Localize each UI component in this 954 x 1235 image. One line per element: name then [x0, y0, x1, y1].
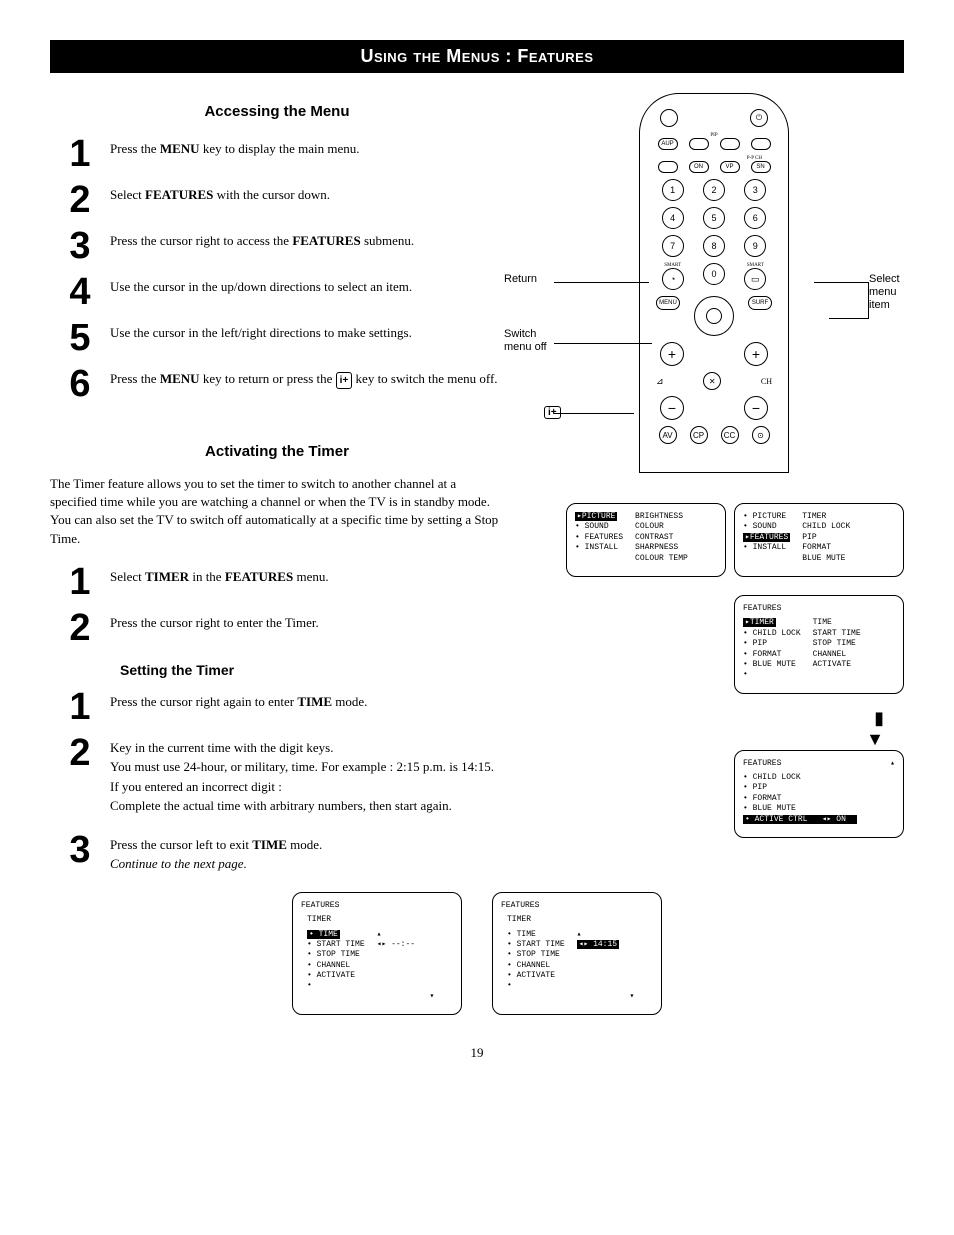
osd-left-col: • TIME • START TIME • STOP TIME • CHANNE…: [507, 930, 565, 1003]
step-num: 2: [50, 609, 110, 647]
osd-left-col: ▸TIMER • CHILD LOCK • PIP • FORMAT • BLU…: [743, 618, 801, 680]
osd-time-set: FEATURES TIMER • TIME • START TIME • STO…: [492, 892, 662, 1016]
cursor-pad: [694, 296, 734, 336]
av-btn: AV: [659, 426, 677, 444]
digit-5: 5: [703, 207, 725, 229]
osd-right-col: TIME START TIME STOP TIME CHANNEL ACTIVA…: [813, 618, 861, 680]
remote-btn: AUP: [658, 138, 678, 150]
info-key-icon: i+: [544, 403, 561, 421]
digit-8: 8: [703, 235, 725, 257]
label-switch: Switch menu off: [504, 328, 554, 354]
step-text: Press the cursor right to enter the Time…: [110, 609, 504, 633]
osd-right-col: BRIGHTNESS COLOUR CONTRAST SHARPNESS COL…: [635, 512, 688, 564]
digit-3: 3: [744, 179, 766, 201]
vol-down-icon: −: [660, 396, 684, 420]
remote-btn: [751, 138, 771, 150]
label-select: Select menu item: [869, 273, 914, 313]
remote-btn: SN: [751, 161, 771, 173]
ch-down-icon: −: [744, 396, 768, 420]
step-num: 6: [50, 365, 110, 403]
vol-icon: ⊿: [656, 376, 664, 387]
label-return: Return: [504, 273, 537, 286]
remote-btn: ON: [689, 161, 709, 173]
ch-up-icon: +: [744, 342, 768, 366]
step-num: 3: [50, 227, 110, 265]
osd-timer-submenu: FEATURES ▸TIMER • CHILD LOCK • PIP • FOR…: [734, 595, 904, 694]
osd-value: ▴ ◂▸ --:-- ▾: [377, 930, 435, 1003]
step-num: 5: [50, 319, 110, 357]
digit-6: 6: [744, 207, 766, 229]
cc-btn: CC: [721, 426, 739, 444]
step-num: 1: [50, 135, 110, 173]
step-text: Use the cursor in the left/right directi…: [110, 319, 504, 343]
cp-btn: CP: [690, 426, 708, 444]
smart-label: SMART: [662, 263, 684, 268]
osd-active-ctrl: FEATURES▴ • CHILD LOCK • PIP • FORMAT • …: [734, 750, 904, 838]
step-text: Press the cursor right again to enter TI…: [110, 688, 504, 712]
mute-icon: ✕: [703, 372, 721, 390]
digit-2: 2: [703, 179, 725, 201]
digit-0: 0: [703, 263, 725, 285]
step-num: 3: [50, 831, 110, 869]
osd-subtitle: TIMER: [507, 915, 653, 925]
surf-btn: SURF: [748, 296, 772, 310]
remote-btn: ▭: [744, 268, 766, 290]
osd-left-col: • PICTURE • SOUND ▸FEATURES • INSTALL: [743, 512, 790, 564]
osd-left-col: • TIME • START TIME • STOP TIME • CHANNE…: [307, 930, 365, 1003]
steps-accessing: 1Press the MENU key to display the main …: [50, 135, 504, 403]
remote-illustration: Return Switch menu off Select menu item …: [524, 93, 904, 473]
page-banner: Using the Menus : Features: [50, 40, 904, 73]
remote-btn: [689, 138, 709, 150]
step-num: 2: [50, 734, 110, 772]
digit-7: 7: [662, 235, 684, 257]
remote-btn: [660, 109, 678, 127]
step-text: Use the cursor in the up/down directions…: [110, 273, 504, 297]
step-num: 4: [50, 273, 110, 311]
heading-setting: Setting the Timer: [120, 662, 504, 678]
osd-time-blank: FEATURES TIMER • TIME • START TIME • STO…: [292, 892, 462, 1016]
osd-subtitle: TIMER: [307, 915, 453, 925]
smart-label: SMART: [744, 263, 766, 268]
vol-up-icon: +: [660, 342, 684, 366]
remote-btn: [658, 161, 678, 173]
heading-activating: Activating the Timer: [50, 443, 504, 460]
osd-right-col: TIMER CHILD LOCK PIP FORMAT BLUE MUTE: [802, 512, 850, 564]
osd-title: FEATURES: [743, 604, 895, 614]
step-text: Select TIMER in the FEATURES menu.: [110, 563, 504, 587]
remote-btn: ⊙: [752, 426, 770, 444]
digit-1: 1: [662, 179, 684, 201]
remote-btn: [720, 138, 740, 150]
remote-btn: ◔: [662, 268, 684, 290]
osd-title: FEATURES▴: [743, 759, 895, 769]
step-num: 2: [50, 181, 110, 219]
digit-9: 9: [744, 235, 766, 257]
heading-accessing: Accessing the Menu: [50, 103, 504, 120]
step-num: 1: [50, 563, 110, 601]
step-text: Press the MENU key to return or press th…: [110, 365, 504, 389]
osd-left-col: ▸PICTURE • SOUND • FEATURES • INSTALL: [575, 512, 623, 564]
step-text: Press the MENU key to display the main m…: [110, 135, 504, 159]
page-number: 19: [50, 1045, 904, 1061]
digit-4: 4: [662, 207, 684, 229]
step-num: 1: [50, 688, 110, 726]
osd-features-menu: • PICTURE • SOUND ▸FEATURES • INSTALL TI…: [734, 503, 904, 577]
remote-btn: VP: [720, 161, 740, 173]
osd-title: FEATURES: [301, 901, 453, 911]
osd-picture-menu: ▸PICTURE • SOUND • FEATURES • INSTALL BR…: [566, 503, 726, 577]
ch-label: CH: [761, 377, 772, 386]
osd-left-col: • CHILD LOCK • PIP • FORMAT • BLUE MUTE …: [743, 773, 857, 825]
timer-intro: The Timer feature allows you to set the …: [50, 475, 504, 548]
arrow-down-icon: ▮▼: [524, 708, 884, 750]
step-text: Press the cursor right to access the FEA…: [110, 227, 504, 251]
menu-btn: MENU: [656, 296, 680, 310]
step-text: Select FEATURES with the cursor down.: [110, 181, 504, 205]
power-icon: ⏻: [750, 109, 768, 127]
osd-value: ▴ ◂▸ 14:15 ▾: [577, 930, 635, 1003]
osd-title: FEATURES: [501, 901, 653, 911]
step-text: Key in the current time with the digit k…: [110, 734, 504, 816]
step-text: Press the cursor left to exit TIME mode.…: [110, 831, 504, 874]
